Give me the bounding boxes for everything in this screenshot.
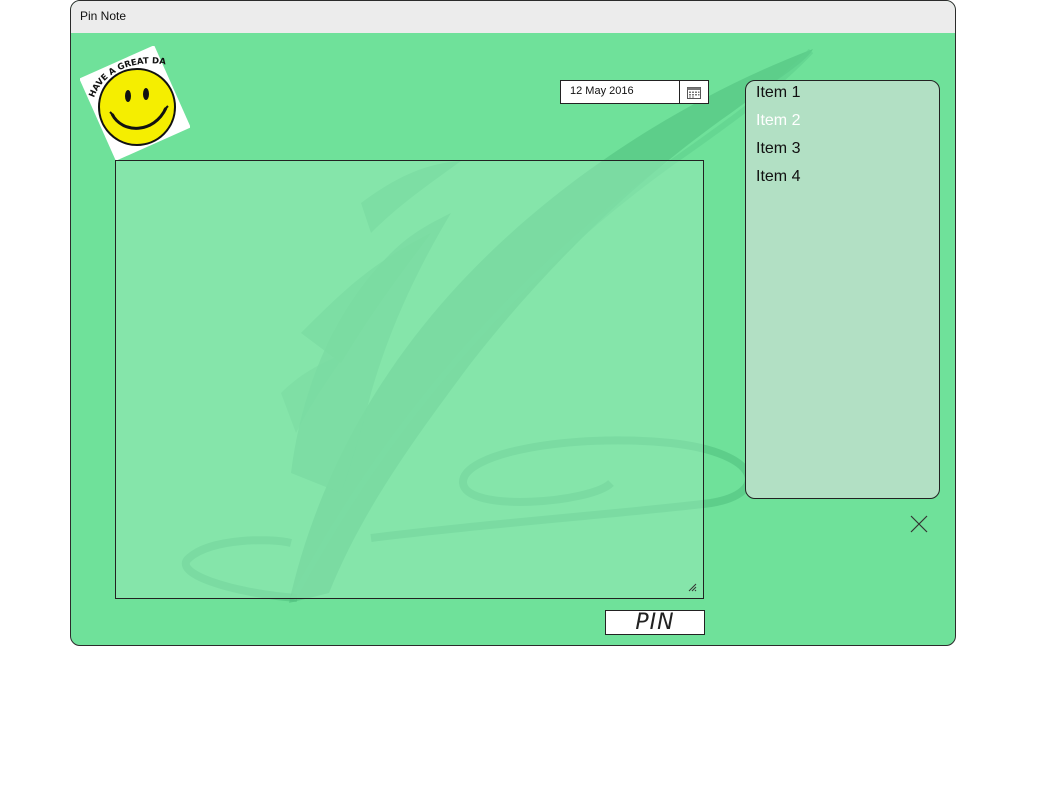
list-item-2[interactable]: Item 2: [756, 112, 800, 130]
list-item-4[interactable]: Item 4: [756, 168, 800, 186]
date-picker[interactable]: 12 May 2016: [560, 80, 709, 104]
resize-grip-icon[interactable]: [687, 582, 697, 592]
date-value: 12 May 2016: [570, 85, 634, 97]
pin-note-window: Pin Note 12 May 2016 PIN Item 1 Item 2 I…: [70, 0, 956, 646]
close-icon[interactable]: [909, 514, 929, 534]
note-text-area[interactable]: [115, 160, 704, 599]
have-a-great-day-sticker: HAVE A GREAT DAY!: [80, 46, 190, 160]
note-input[interactable]: [116, 161, 703, 598]
item-list[interactable]: Item 1 Item 2 Item 3 Item 4: [745, 80, 940, 499]
window-title: Pin Note: [80, 9, 127, 23]
list-item-1[interactable]: Item 1: [756, 84, 800, 102]
title-bar: Pin Note: [71, 1, 955, 33]
pin-button[interactable]: PIN: [605, 610, 705, 635]
calendar-icon[interactable]: [679, 81, 708, 103]
list-item-3[interactable]: Item 3: [756, 140, 800, 158]
